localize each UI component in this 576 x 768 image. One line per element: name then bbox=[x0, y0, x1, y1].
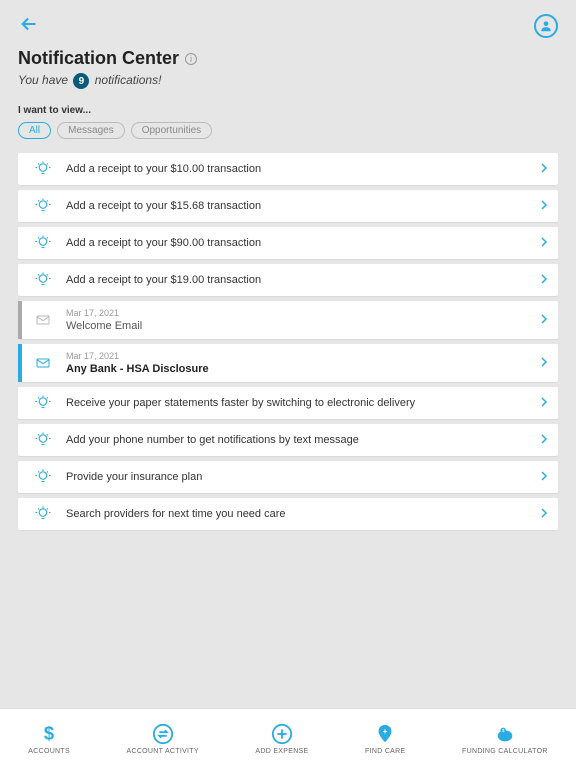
chevron-right-icon bbox=[540, 355, 548, 371]
message-date: Mar 17, 2021 bbox=[66, 351, 540, 361]
notification-count-text: You have 9 notifications! bbox=[18, 73, 558, 89]
notification-item[interactable]: Receive your paper statements faster by … bbox=[18, 387, 558, 419]
message-title: Welcome Email bbox=[66, 320, 540, 332]
notification-text: Receive your paper statements faster by … bbox=[66, 397, 540, 409]
notification-text: Add a receipt to your $90.00 transaction bbox=[66, 237, 540, 249]
piggy-icon: $ bbox=[494, 723, 516, 745]
chevron-right-icon bbox=[540, 432, 548, 448]
chevron-right-icon bbox=[540, 161, 548, 177]
nav-account-activity[interactable]: ACCOUNT ACTIVITY bbox=[127, 723, 199, 755]
lightbulb-icon bbox=[32, 468, 54, 486]
notification-text: Add a receipt to your $15.68 transaction bbox=[66, 200, 540, 212]
chevron-right-icon bbox=[540, 312, 548, 328]
filter-row: All Messages Opportunities bbox=[18, 122, 558, 139]
notification-item[interactable]: Mar 17, 2021 Welcome Email bbox=[18, 301, 558, 339]
nav-label: ACCOUNTS bbox=[28, 748, 70, 755]
nav-funding-calculator[interactable]: $ FUNDING CALCULATOR bbox=[462, 723, 548, 755]
nav-find-care[interactable]: + FIND CARE bbox=[365, 723, 405, 755]
chevron-right-icon bbox=[540, 198, 548, 214]
envelope-icon bbox=[32, 355, 54, 371]
page-title: Notification Center bbox=[18, 48, 179, 69]
chevron-right-icon bbox=[540, 235, 548, 251]
notification-item[interactable]: Provide your insurance plan bbox=[18, 461, 558, 493]
message-title: Any Bank - HSA Disclosure bbox=[66, 363, 540, 375]
bottom-nav: $ ACCOUNTS ACCOUNT ACTIVITY ADD EXPENSE + FIN… bbox=[0, 708, 576, 768]
lightbulb-icon bbox=[32, 197, 54, 215]
svg-text:+: + bbox=[383, 727, 388, 736]
notification-text: Add your phone number to get notificatio… bbox=[66, 434, 540, 446]
notification-item[interactable]: Search providers for next time you need … bbox=[18, 498, 558, 530]
nav-add-expense[interactable]: ADD EXPENSE bbox=[255, 723, 308, 755]
lightbulb-icon bbox=[32, 234, 54, 252]
nav-label: ACCOUNT ACTIVITY bbox=[127, 748, 199, 755]
notification-item[interactable]: Add your phone number to get notificatio… bbox=[18, 424, 558, 456]
envelope-icon bbox=[32, 312, 54, 328]
back-button[interactable] bbox=[18, 13, 40, 39]
notification-text: Add a receipt to your $19.00 transaction bbox=[66, 274, 540, 286]
nav-label: FIND CARE bbox=[365, 748, 405, 755]
chevron-right-icon bbox=[540, 506, 548, 522]
lightbulb-icon bbox=[32, 394, 54, 412]
notification-list: Add a receipt to your $10.00 transaction… bbox=[18, 153, 558, 530]
filter-all[interactable]: All bbox=[18, 122, 51, 139]
filter-opportunities[interactable]: Opportunities bbox=[131, 122, 212, 139]
nav-accounts[interactable]: $ ACCOUNTS bbox=[28, 723, 70, 755]
lightbulb-icon bbox=[32, 271, 54, 289]
dollar-icon: $ bbox=[38, 723, 60, 745]
notification-text: Search providers for next time you need … bbox=[66, 508, 540, 520]
notification-item[interactable]: Add a receipt to your $19.00 transaction bbox=[18, 264, 558, 296]
chevron-right-icon bbox=[540, 395, 548, 411]
plus-icon bbox=[271, 723, 293, 745]
notification-item[interactable]: Add a receipt to your $15.68 transaction bbox=[18, 190, 558, 222]
stripe-indicator bbox=[18, 344, 22, 382]
stripe-indicator bbox=[18, 301, 22, 339]
chevron-right-icon bbox=[540, 469, 548, 485]
nav-label: ADD EXPENSE bbox=[255, 748, 308, 755]
lightbulb-icon bbox=[32, 160, 54, 178]
transfer-icon bbox=[152, 723, 174, 745]
notification-text: Add a receipt to your $10.00 transaction bbox=[66, 163, 540, 175]
filter-label: I want to view... bbox=[18, 105, 558, 116]
message-date: Mar 17, 2021 bbox=[66, 308, 540, 318]
lightbulb-icon bbox=[32, 431, 54, 449]
nav-label: FUNDING CALCULATOR bbox=[462, 748, 548, 755]
filter-messages[interactable]: Messages bbox=[57, 122, 125, 139]
notification-text: Provide your insurance plan bbox=[66, 471, 540, 483]
chevron-right-icon bbox=[540, 272, 548, 288]
notification-item[interactable]: Mar 17, 2021 Any Bank - HSA Disclosure bbox=[18, 344, 558, 382]
count-badge: 9 bbox=[73, 73, 89, 89]
info-icon[interactable]: i bbox=[185, 53, 197, 65]
pin-icon: + bbox=[374, 723, 396, 745]
profile-avatar[interactable] bbox=[534, 14, 558, 38]
svg-text:$: $ bbox=[44, 723, 54, 744]
lightbulb-icon bbox=[32, 505, 54, 523]
notification-item[interactable]: Add a receipt to your $90.00 transaction bbox=[18, 227, 558, 259]
notification-item[interactable]: Add a receipt to your $10.00 transaction bbox=[18, 153, 558, 185]
